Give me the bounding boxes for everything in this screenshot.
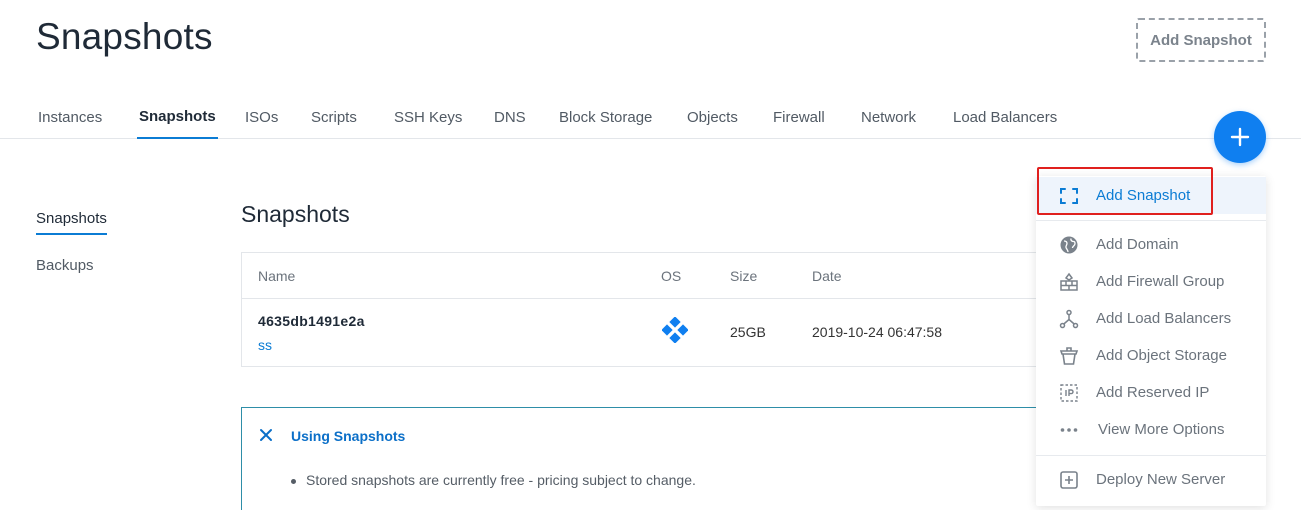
globe-icon	[1058, 234, 1080, 256]
load-balancer-icon	[1058, 308, 1080, 330]
tab-dns[interactable]: DNS	[494, 96, 526, 139]
info-bullet: Stored snapshots are currently free - pr…	[291, 472, 696, 488]
column-header-os: OS	[661, 267, 682, 284]
object-storage-icon	[1058, 345, 1080, 367]
menu-divider	[1036, 455, 1266, 456]
menu-item-label: Add Object Storage	[1096, 347, 1227, 364]
menu-item-deploy-new-server[interactable]: Deploy New Server	[1036, 461, 1266, 498]
snapshot-name: 4635db1491e2a	[258, 313, 365, 329]
menu-item-label: View More Options	[1098, 421, 1225, 438]
tab-scripts[interactable]: Scripts	[311, 96, 357, 139]
snapshots-table: Name OS Size Date 4635db1491e2a ss 25GB …	[241, 252, 1072, 367]
column-header-name: Name	[258, 267, 296, 284]
firewall-icon	[1058, 271, 1080, 293]
page-title: Snapshots	[36, 16, 213, 57]
tab-block-storage[interactable]: Block Storage	[559, 96, 652, 139]
tab-objects[interactable]: Objects	[687, 96, 738, 139]
tab-firewall[interactable]: Firewall	[773, 96, 825, 139]
fab-add-button[interactable]	[1214, 111, 1266, 163]
menu-item-label: Add Firewall Group	[1096, 273, 1225, 290]
more-dots-icon	[1058, 419, 1080, 441]
menu-item-label: Add Domain	[1096, 236, 1179, 253]
menu-item-add-load-balancers[interactable]: Add Load Balancers	[1036, 300, 1266, 337]
info-title: Using Snapshots	[291, 428, 406, 444]
menu-item-view-more-options[interactable]: View More Options	[1036, 411, 1266, 448]
reserved-ip-icon	[1058, 382, 1080, 404]
tab-bar: Instances Snapshots ISOs Scripts SSH Key…	[0, 96, 1301, 139]
tab-snapshots[interactable]: Snapshots	[137, 96, 218, 139]
menu-item-add-firewall-group[interactable]: Add Firewall Group	[1036, 263, 1266, 300]
add-menu-dropdown: Add Snapshot Add Domain Add Firewall Gro…	[1036, 176, 1266, 506]
info-panel: Using Snapshots Stored snapshots are cur…	[241, 407, 1071, 510]
snapshot-frame-icon	[1058, 185, 1080, 207]
column-header-date: Date	[812, 267, 842, 284]
side-nav-snapshots[interactable]: Snapshots	[36, 210, 107, 235]
snapshot-label-link[interactable]: ss	[258, 337, 272, 353]
plus-square-icon	[1058, 469, 1080, 491]
menu-item-label: Add Snapshot	[1096, 187, 1191, 204]
menu-item-label: Add Reserved IP	[1096, 384, 1210, 401]
menu-item-add-snapshot[interactable]: Add Snapshot	[1036, 177, 1266, 214]
add-snapshot-button[interactable]: Add Snapshot	[1136, 18, 1266, 62]
menu-item-label: Deploy New Server	[1096, 471, 1226, 488]
close-icon[interactable]	[258, 427, 274, 443]
section-title: Snapshots	[241, 201, 350, 227]
tab-isos[interactable]: ISOs	[245, 96, 278, 139]
menu-divider	[1036, 220, 1266, 221]
menu-item-add-domain[interactable]: Add Domain	[1036, 226, 1266, 263]
plus-icon	[1230, 127, 1250, 147]
menu-item-add-object-storage[interactable]: Add Object Storage	[1036, 337, 1266, 374]
table-header-divider	[242, 298, 1072, 299]
tab-instances[interactable]: Instances	[38, 96, 102, 139]
os-diamond-icon	[661, 316, 689, 346]
snapshot-date: 2019-10-24 06:47:58	[812, 324, 942, 340]
side-nav-backups[interactable]: Backups	[36, 257, 94, 274]
tab-network[interactable]: Network	[861, 96, 916, 139]
snapshot-size: 25GB	[730, 324, 766, 340]
column-header-size: Size	[730, 267, 758, 284]
menu-item-add-reserved-ip[interactable]: Add Reserved IP	[1036, 374, 1266, 411]
tab-load-balancers[interactable]: Load Balancers	[953, 96, 1057, 139]
tab-ssh-keys[interactable]: SSH Keys	[394, 96, 462, 139]
menu-item-label: Add Load Balancers	[1096, 310, 1232, 327]
